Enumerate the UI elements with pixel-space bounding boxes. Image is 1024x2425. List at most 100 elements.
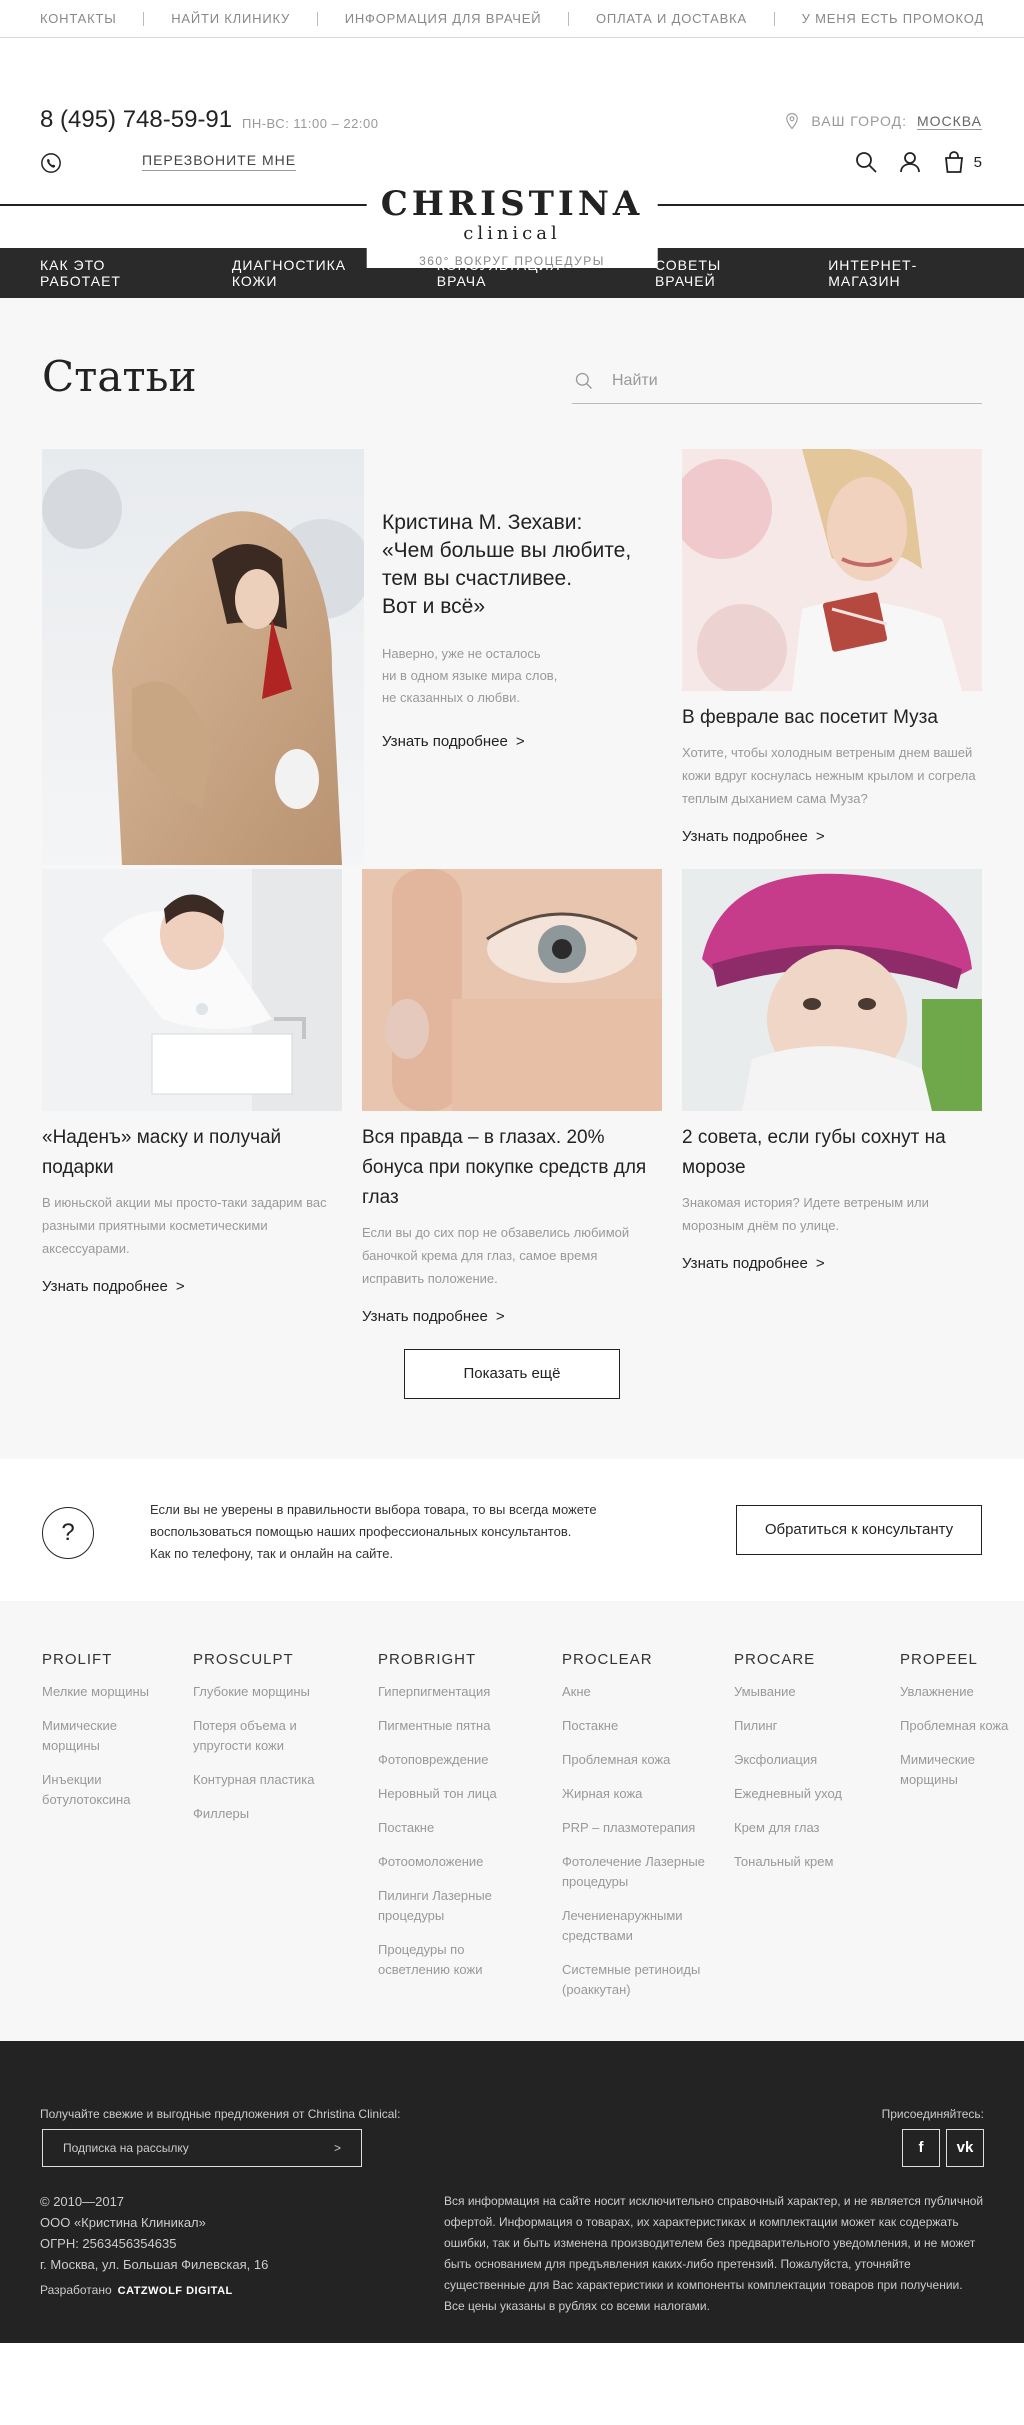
category-title[interactable]: PROLIFT xyxy=(42,1651,172,1668)
category-link[interactable]: Акне xyxy=(562,1682,712,1702)
featured-article-title[interactable]: Кристина М. Зехави: «Чем больше вы любит… xyxy=(382,509,642,621)
category-link[interactable]: Филлеры xyxy=(193,1804,353,1824)
category-link[interactable]: Системные ретиноиды (роаккутан) xyxy=(562,1960,712,2000)
developer-credit: Разработано CATZWOLF DIGITAL xyxy=(40,2283,233,2297)
city-selector[interactable]: ВАШ ГОРОД: МОСКВА xyxy=(783,110,982,132)
category-link[interactable]: Мелкие морщины xyxy=(42,1682,172,1702)
category-title[interactable]: PROBRIGHT xyxy=(378,1651,538,1668)
category-title[interactable]: PROCLEAR xyxy=(562,1651,712,1668)
category-link[interactable]: Постакне xyxy=(562,1716,712,1736)
category-title[interactable]: PROCARE xyxy=(734,1651,884,1668)
logo[interactable]: CHRISTINA clinical 360° ВОКРУГ ПРОЦЕДУРЫ xyxy=(366,184,658,268)
category-title[interactable]: PROPEEL xyxy=(900,1651,1010,1668)
category-link[interactable]: Фотолечение Лазерные процедуры xyxy=(562,1852,712,1892)
search-box xyxy=(572,358,982,404)
search-icon[interactable] xyxy=(854,150,878,174)
category-column: PROCLEAR Акне Постакне Проблемная кожа Жирна… xyxy=(562,1651,712,2014)
topbar-link-doctors-info[interactable]: ИНФОРМАЦИЯ ДЛЯ ВРАЧЕЙ xyxy=(345,11,542,26)
article-image[interactable] xyxy=(362,869,662,1111)
text-line: воспользоваться помощью наших профессион… xyxy=(150,1524,572,1539)
read-more-link[interactable]: Узнать подробнее > xyxy=(42,1278,185,1295)
nav-item-doctor-advice[interactable]: СОВЕТЫ ВРАЧЕЙ xyxy=(655,257,782,289)
phone-number[interactable]: 8 (495) 748-59-91 xyxy=(40,106,232,134)
read-more-link[interactable]: Узнать подробнее > xyxy=(682,1255,825,1272)
text-line: Как по телефону, так и онлайн на сайте. xyxy=(150,1546,394,1561)
category-link[interactable]: Ежедневный уход xyxy=(734,1784,884,1804)
read-more-link[interactable]: Узнать подробнее > xyxy=(682,828,825,845)
category-link[interactable]: Эксфолиация xyxy=(734,1750,884,1770)
article-image[interactable] xyxy=(42,869,342,1111)
article-title[interactable]: Вся правда – в глазах. 20% бонуса при по… xyxy=(362,1123,662,1213)
subscribe-placeholder: Подписка на рассылку xyxy=(63,2141,189,2155)
company-ogrn: ОГРН: 2563456354635 xyxy=(40,2236,177,2251)
title-line: тем вы счастливее. xyxy=(382,567,573,590)
category-link[interactable]: Процедуры по осветлению кожи xyxy=(378,1940,538,1980)
search-input[interactable] xyxy=(612,371,952,390)
featured-article-image[interactable] xyxy=(42,449,364,865)
category-link[interactable]: Жирная кожа xyxy=(562,1784,712,1804)
category-link[interactable]: Глубокие морщины xyxy=(193,1682,353,1702)
article-image[interactable] xyxy=(682,449,982,691)
category-link[interactable]: PRP – плазмотерапия xyxy=(562,1818,712,1838)
category-link[interactable]: Пилинги Лазерные процедуры xyxy=(378,1886,538,1926)
category-column: PROLIFT Мелкие морщины Мимические морщины И… xyxy=(42,1651,172,1824)
category-link[interactable]: Постакне xyxy=(378,1818,538,1838)
callback-link[interactable]: ПЕРЕЗВОНИТЕ МНЕ xyxy=(142,152,297,171)
category-link[interactable]: Крем для глаз xyxy=(734,1818,884,1838)
topbar-link-payment-delivery[interactable]: ОПЛАТА И ДОСТАВКА xyxy=(596,11,747,26)
facebook-icon[interactable]: f xyxy=(902,2129,940,2167)
contact-consultant-button[interactable]: Обратиться к консультанту xyxy=(736,1505,982,1555)
category-link[interactable]: Потеря объема и упругости кожи xyxy=(193,1716,353,1756)
read-more-label: Узнать подробнее xyxy=(42,1278,168,1295)
category-link[interactable]: Лечениенаружными средствами xyxy=(562,1906,712,1946)
category-link[interactable]: Пилинг xyxy=(734,1716,884,1736)
featured-article: Кристина М. Зехави: «Чем больше вы любит… xyxy=(382,509,642,751)
category-link[interactable]: Проблемная кожа xyxy=(900,1716,1010,1736)
article-title[interactable]: 2 совета, если губы сохнут на морозе xyxy=(682,1123,982,1183)
working-hours: ПН-ВС: 11:00 – 22:00 xyxy=(242,116,379,131)
category-link[interactable]: Фотоповреждение xyxy=(378,1750,538,1770)
article-title[interactable]: «Наденъ» маску и получай подарки xyxy=(42,1123,342,1183)
topbar-link-contacts[interactable]: КОНТАКТЫ xyxy=(40,11,117,26)
topbar-link-find-clinic[interactable]: НАЙТИ КЛИНИКУ xyxy=(171,11,290,26)
category-link[interactable]: Фотоомоложение xyxy=(378,1852,538,1872)
category-link[interactable]: Проблемная кожа xyxy=(562,1750,712,1770)
user-icon[interactable] xyxy=(898,150,922,174)
vk-icon[interactable]: vk xyxy=(946,2129,984,2167)
category-link[interactable]: Пигментные пятна xyxy=(378,1716,538,1736)
article-image[interactable] xyxy=(682,869,982,1111)
category-link[interactable]: Тональный крем xyxy=(734,1852,884,1872)
desc-line: ни в одном языке мира слов, xyxy=(382,668,558,683)
category-footer: PROLIFT Мелкие морщины Мимические морщины И… xyxy=(0,1601,1024,2041)
desc-line: не сказанных о любви. xyxy=(382,690,520,705)
chevron-right-icon[interactable]: > xyxy=(334,2141,341,2155)
developer-link[interactable]: CATZWOLF DIGITAL xyxy=(118,2285,233,2297)
category-link[interactable]: Инъекции ботулотоксина xyxy=(42,1770,172,1810)
chevron-right-icon: > xyxy=(515,733,525,750)
category-link[interactable]: Контурная пластика xyxy=(193,1770,353,1790)
search-icon[interactable] xyxy=(574,371,594,391)
nav-item-how-it-works[interactable]: КАК ЭТО РАБОТАЕТ xyxy=(40,257,186,289)
page-title: Статьи xyxy=(42,352,197,401)
category-link[interactable]: Умывание xyxy=(734,1682,884,1702)
read-more-link[interactable]: Узнать подробнее > xyxy=(362,1308,505,1325)
cart-icon[interactable] xyxy=(942,150,966,174)
join-label: Присоединяйтесь: xyxy=(881,2107,984,2121)
read-more-link[interactable]: Узнать подробнее > xyxy=(382,733,525,750)
category-link[interactable]: Увлажнение xyxy=(900,1682,1010,1702)
topbar-link-promo-code[interactable]: У МЕНЯ ЕСТЬ ПРОМОКОД xyxy=(802,11,984,26)
cart-count: 5 xyxy=(973,153,982,171)
viber-icon[interactable] xyxy=(40,152,62,174)
city-name[interactable]: МОСКВА xyxy=(916,113,982,130)
category-link[interactable]: Гиперпигментация xyxy=(378,1682,538,1702)
category-link[interactable]: Мимические морщины xyxy=(42,1716,172,1756)
nav-item-shop[interactable]: ИНТЕРНЕТ-МАГАЗИН xyxy=(828,257,984,289)
category-link[interactable]: Неровный тон лица xyxy=(378,1784,538,1804)
category-link[interactable]: Мимические морщины xyxy=(900,1750,1010,1790)
subscribe-input[interactable]: Подписка на рассылку > xyxy=(42,2129,362,2167)
article-title[interactable]: В феврале вас посетит Муза xyxy=(682,703,982,733)
category-column: PROPEEL Увлажнение Проблемная кожа Мимическ… xyxy=(900,1651,1010,1804)
category-title[interactable]: PROSCULPT xyxy=(193,1651,353,1668)
chevron-right-icon: > xyxy=(815,1255,825,1272)
show-more-button[interactable]: Показать ещё xyxy=(404,1349,620,1399)
